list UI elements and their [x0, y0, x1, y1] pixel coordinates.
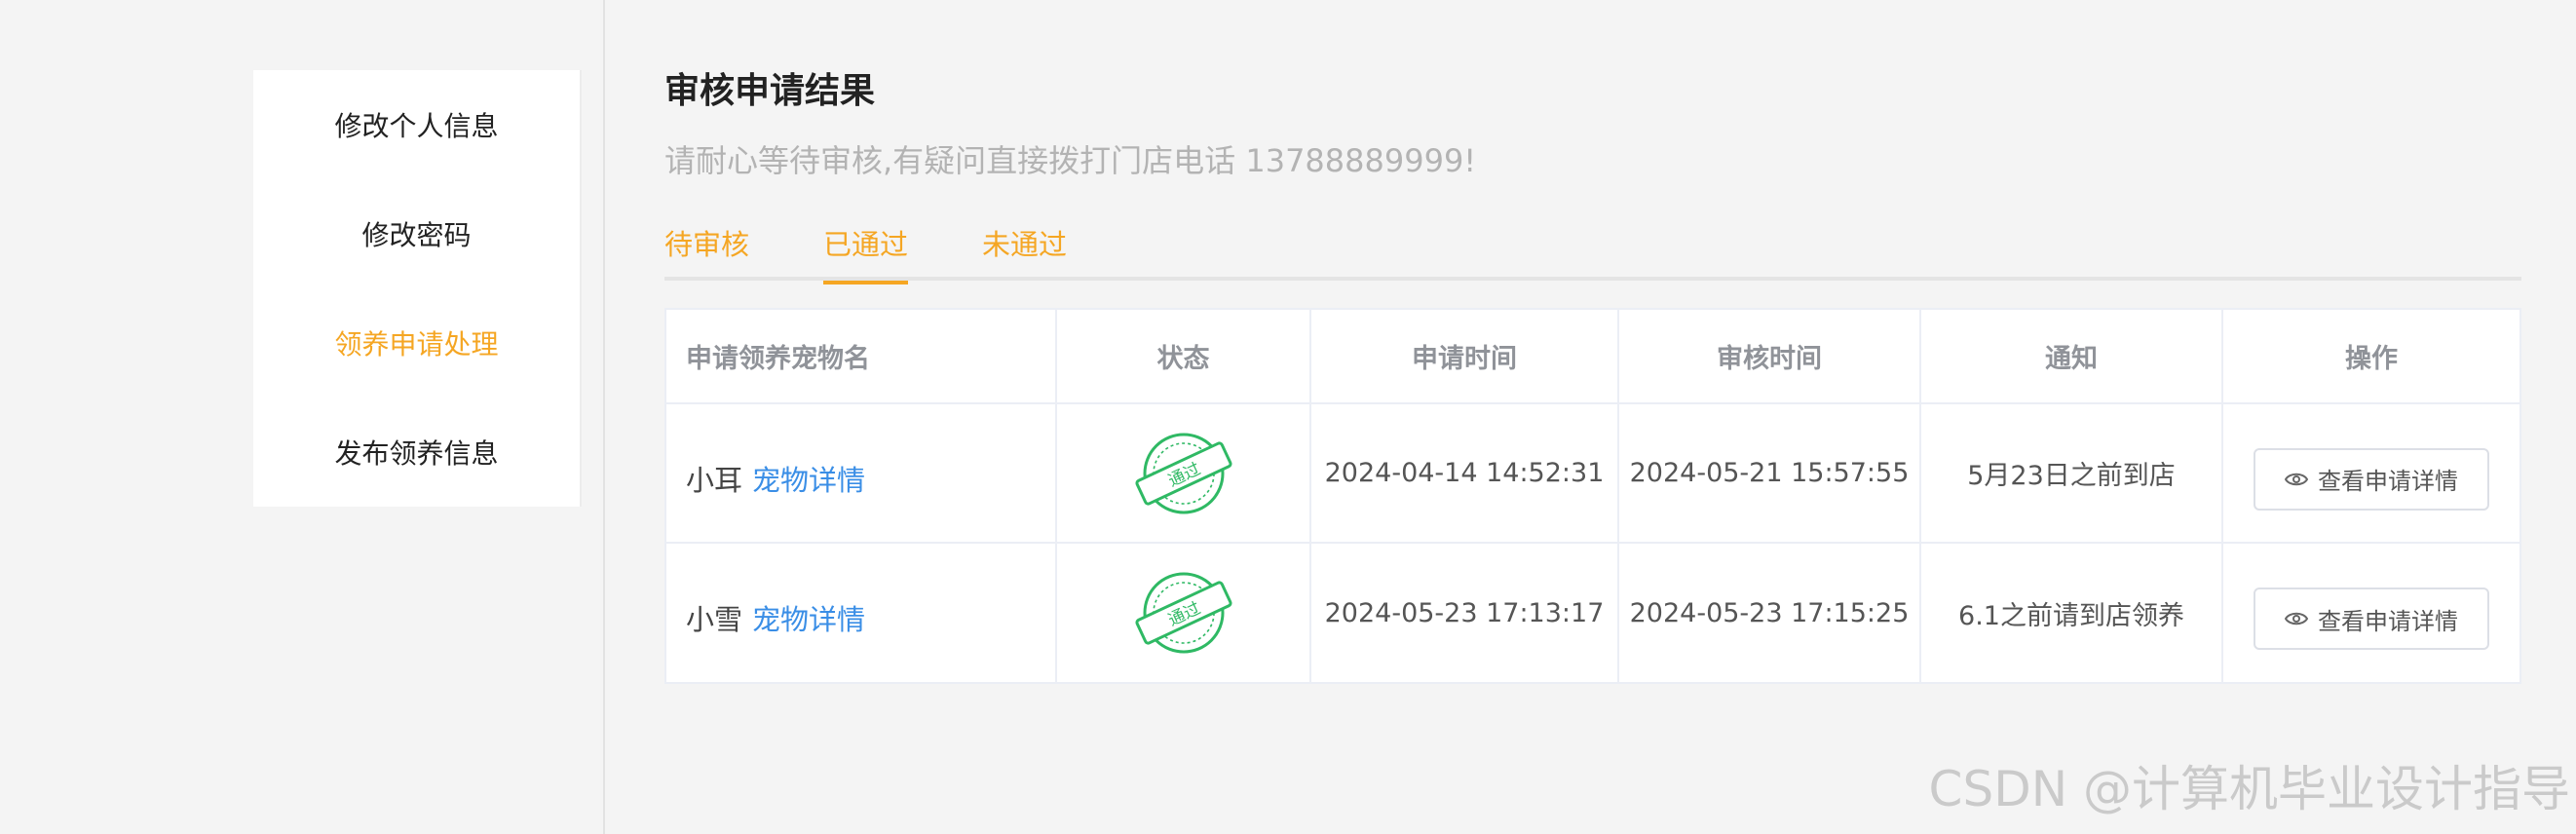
review-time-cell: 2024-05-21 15:57:55 — [1618, 403, 1921, 544]
action-cell: 查看申请详情 — [2222, 543, 2519, 682]
sidebar: 修改个人信息 修改密码 领养申请处理 发布领养信息 — [253, 70, 582, 507]
sidebar-item-label: 发布领养信息 — [334, 437, 499, 470]
sidebar-item-edit-profile[interactable]: 修改个人信息 — [253, 70, 580, 179]
page-title: 审核申请结果 — [664, 71, 876, 111]
page-subtitle: 请耐心等待审核,有疑问直接拨打门店电话 13788889999! — [664, 142, 1477, 179]
view-application-button[interactable]: 查看申请详情 — [2254, 447, 2489, 511]
status-cell: 通过 — [1056, 403, 1311, 544]
column-header-review-time: 审核时间 — [1618, 310, 1921, 404]
approved-stamp-icon: 通过 — [1134, 433, 1232, 513]
pet-name: 小雪 — [686, 603, 743, 636]
page: 修改个人信息 修改密码 领养申请处理 发布领养信息 审核申请结果 请耐心等待审核… — [0, 0, 2576, 834]
pet-name-cell: 小雪 宠物详情 — [666, 543, 1057, 682]
sidebar-item-change-password[interactable]: 修改密码 — [253, 179, 580, 288]
eye-icon — [2285, 473, 2308, 485]
pet-detail-link[interactable]: 宠物详情 — [752, 464, 865, 497]
column-header-status: 状态 — [1056, 310, 1311, 404]
column-header-pet-name: 申请领养宠物名 — [666, 310, 1057, 404]
column-header-apply-time: 申请时间 — [1310, 310, 1619, 404]
button-label: 查看申请详情 — [2318, 468, 2458, 495]
eye-icon — [2285, 612, 2308, 626]
sidebar-item-adoption-requests[interactable]: 领养申请处理 — [253, 288, 580, 398]
notice-cell: 5月23日之前到店 — [1920, 403, 2223, 544]
table-row: 小雪 宠物详情 通过 2024-05-23 17:13:17 2024-05-2… — [666, 543, 2519, 682]
view-application-button[interactable]: 查看申请详情 — [2254, 588, 2489, 650]
pet-name: 小耳 — [686, 463, 743, 497]
column-header-action: 操作 — [2222, 310, 2519, 404]
action-cell: 查看申请详情 — [2222, 403, 2519, 544]
tab-approved[interactable]: 已通过 — [823, 222, 909, 284]
sidebar-item-publish-adoption[interactable]: 发布领养信息 — [253, 398, 580, 507]
status-cell: 通过 — [1056, 543, 1311, 682]
sidebar-item-label: 修改密码 — [361, 219, 472, 251]
button-label: 查看申请详情 — [2318, 607, 2458, 635]
approved-stamp-icon: 通过 — [1134, 572, 1232, 654]
watermark: CSDN @计算机毕业设计指导 — [1928, 761, 2570, 817]
results-table: 申请领养宠物名 状态 申请时间 审核时间 通知 操作 小耳 宠物详情 通过 20… — [664, 308, 2521, 684]
apply-time-cell: 2024-05-23 17:13:17 — [1310, 543, 1619, 682]
table-row: 小耳 宠物详情 通过 2024-04-14 14:52:31 2024-05-2… — [666, 403, 2519, 544]
apply-time-cell: 2024-04-14 14:52:31 — [1310, 403, 1619, 544]
review-time-cell: 2024-05-23 17:15:25 — [1618, 543, 1921, 682]
vertical-divider — [603, 0, 605, 834]
notice-cell: 6.1之前请到店领养 — [1920, 543, 2223, 682]
tab-pending[interactable]: 待审核 — [664, 222, 749, 281]
sidebar-item-label: 领养申请处理 — [334, 328, 499, 360]
tab-rejected[interactable]: 未通过 — [982, 222, 1067, 281]
column-header-notice: 通知 — [1920, 310, 2223, 404]
status-tabs: 待审核 已通过 未通过 — [664, 212, 2521, 284]
pet-detail-link[interactable]: 宠物详情 — [752, 603, 865, 636]
pet-name-cell: 小耳 宠物详情 — [666, 403, 1057, 544]
sidebar-item-label: 修改个人信息 — [334, 110, 499, 142]
table-header-row: 申请领养宠物名 状态 申请时间 审核时间 通知 操作 — [666, 310, 2519, 404]
